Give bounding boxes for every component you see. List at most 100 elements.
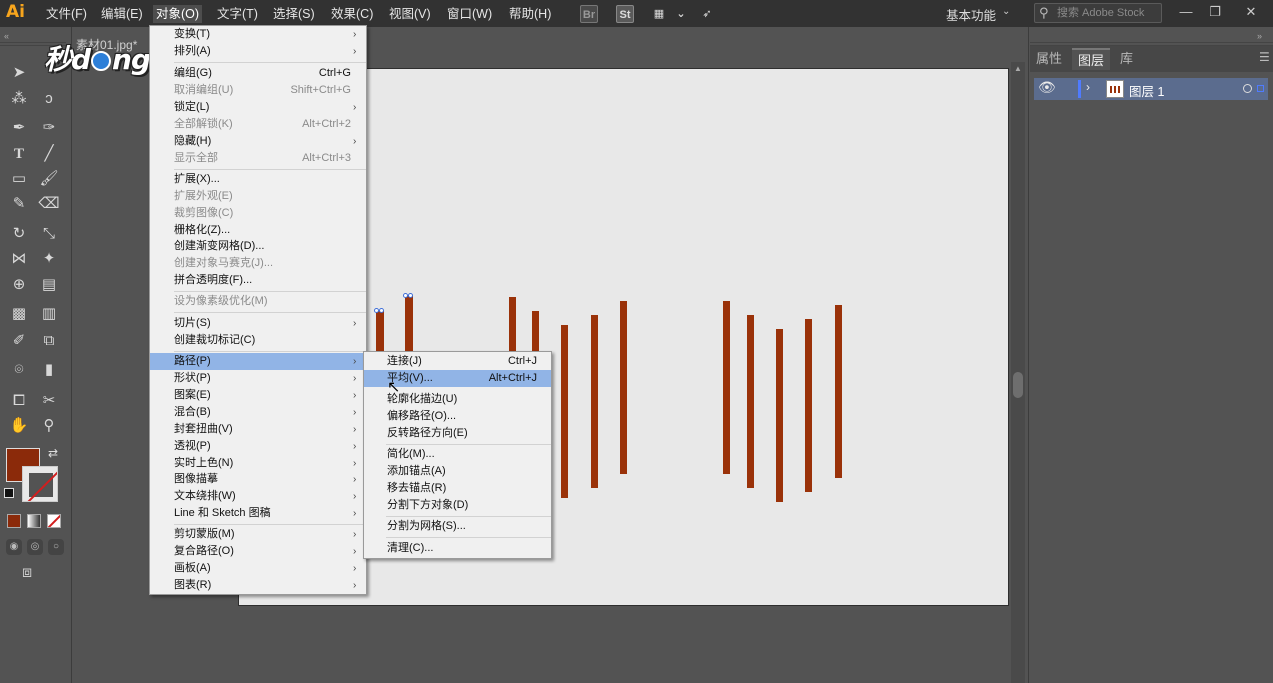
rotate-tool-icon[interactable]: ↻	[8, 223, 30, 245]
menu-item-simplify[interactable]: 简化(M)...	[364, 446, 551, 463]
draw-normal-icon[interactable]: ◉	[6, 539, 22, 555]
menu-item-line-sketch-art[interactable]: Line 和 Sketch 图稿 ›	[150, 505, 366, 522]
screen-mode-icon[interactable]: ⧈	[22, 564, 32, 582]
menu-item-pattern[interactable]: 图案(E) ›	[150, 387, 366, 404]
gpu-performance-icon[interactable]: ➶	[698, 5, 716, 23]
gradient-mode-button[interactable]	[27, 514, 41, 528]
tab-properties[interactable]: 属性	[1030, 48, 1068, 70]
menu-item-image-trace[interactable]: 图像描摹 ›	[150, 471, 366, 488]
line-tool-icon[interactable]: ╱	[38, 143, 60, 165]
restore-button[interactable]: ❐	[1204, 2, 1226, 22]
slice-tool-icon[interactable]: ✂	[38, 390, 60, 412]
menu-item-hide[interactable]: 隐藏(H) ›	[150, 133, 366, 150]
target-icon[interactable]	[1243, 84, 1252, 93]
puppet-warp-tool-icon[interactable]: ✦	[38, 248, 60, 270]
menu-item-rasterize[interactable]: 栅格化(Z)...	[150, 222, 366, 239]
layer-row[interactable]: 👁 › 图层 1	[1034, 78, 1268, 100]
menu-file[interactable]: 文件(F)	[43, 5, 90, 23]
arrange-documents-icon[interactable]: ▦	[650, 5, 668, 23]
menu-item-divide-objects-below[interactable]: 分割下方对象(D)	[364, 497, 551, 514]
artwork-path[interactable]	[747, 315, 754, 488]
menu-item-path[interactable]: 路径(P) ›	[150, 353, 366, 370]
menu-item-clean-up[interactable]: 清理(C)...	[364, 540, 551, 557]
panel-menu-icon[interactable]: ☰	[1259, 50, 1270, 64]
hand-tool-icon[interactable]: ✋	[8, 415, 30, 437]
eye-icon[interactable]: 👁	[1038, 79, 1056, 96]
collapse-panel-icon[interactable]: «	[4, 31, 9, 41]
width-tool-icon[interactable]: ⋈	[8, 248, 30, 270]
curvature-tool-icon[interactable]: ✑	[38, 117, 60, 139]
lasso-tool-icon[interactable]: ↄ	[38, 88, 60, 110]
workspace-switcher[interactable]: 基本功能	[946, 5, 996, 24]
scroll-up-icon[interactable]: ▲	[1014, 64, 1022, 73]
artwork-path[interactable]	[405, 296, 413, 351]
menu-type[interactable]: 文字(T)	[214, 5, 261, 23]
vertical-scrollbar[interactable]: ▲	[1011, 62, 1025, 683]
selection-indicator[interactable]	[1257, 85, 1264, 92]
draw-behind-icon[interactable]: ◎	[27, 539, 43, 555]
scrollbar-thumb[interactable]	[1013, 372, 1023, 398]
artwork-path[interactable]	[776, 329, 783, 502]
layer-name[interactable]: 图层 1	[1129, 81, 1164, 100]
tab-libraries[interactable]: 库	[1114, 48, 1139, 70]
menu-item-reverse-path-direction[interactable]: 反转路径方向(E)	[364, 425, 551, 442]
perspective-grid-tool-icon[interactable]: ▤	[38, 274, 60, 296]
menu-item-slice[interactable]: 切片(S) ›	[150, 315, 366, 332]
menu-item-envelope-distort[interactable]: 封套扭曲(V) ›	[150, 421, 366, 438]
artwork-path[interactable]	[835, 305, 842, 478]
menu-item-group[interactable]: 编组(G) Ctrl+G	[150, 65, 366, 82]
artwork-path[interactable]	[561, 325, 568, 498]
menu-item-add-anchor-points[interactable]: 添加锚点(A)	[364, 463, 551, 480]
artwork-path[interactable]	[532, 311, 539, 353]
menu-item-create-gradient-mesh[interactable]: 创建渐变网格(D)...	[150, 238, 366, 255]
close-button[interactable]: ✕	[1240, 2, 1262, 22]
artwork-path[interactable]	[805, 319, 812, 492]
stock-search-input[interactable]	[1057, 5, 1157, 21]
column-graph-tool-icon[interactable]: ▮	[38, 359, 60, 381]
menu-item-shape[interactable]: 形状(P) ›	[150, 370, 366, 387]
menu-item-create-trim-marks[interactable]: 创建裁切标记(C)	[150, 332, 366, 349]
menu-select[interactable]: 选择(S)	[270, 5, 318, 23]
menu-edit[interactable]: 编辑(E)	[98, 5, 146, 23]
eraser-tool-icon[interactable]: ⌫	[38, 193, 60, 215]
stroke-color-swatch[interactable]	[22, 466, 58, 502]
swap-fill-stroke-icon[interactable]: ⇄	[48, 446, 58, 460]
menu-item-artboards[interactable]: 画板(A) ›	[150, 560, 366, 577]
menu-item-offset-path[interactable]: 偏移路径(O)...	[364, 408, 551, 425]
chevron-right-icon[interactable]: ›	[1086, 80, 1090, 94]
menu-help[interactable]: 帮助(H)	[506, 5, 554, 23]
minimize-button[interactable]: —	[1175, 2, 1197, 22]
menu-item-text-wrap[interactable]: 文本绕排(W) ›	[150, 488, 366, 505]
tab-layers[interactable]: 图层	[1072, 48, 1111, 70]
mesh-tool-icon[interactable]: ▩	[8, 303, 30, 325]
menu-item-arrange[interactable]: 排列(A) ›	[150, 43, 366, 60]
anchor-point[interactable]	[408, 293, 413, 298]
menu-effect[interactable]: 效果(C)	[328, 5, 376, 23]
zoom-tool-icon[interactable]: ⚲	[38, 415, 60, 437]
none-mode-button[interactable]	[47, 514, 61, 528]
symbol-sprayer-tool-icon[interactable]: ⌾	[8, 359, 30, 381]
gradient-tool-icon[interactable]: ▥	[38, 303, 60, 325]
menu-item-flatten-transparency[interactable]: 拼合透明度(F)...	[150, 272, 366, 289]
rectangle-tool-icon[interactable]: ▭	[8, 168, 30, 190]
menu-window[interactable]: 窗口(W)	[444, 5, 495, 23]
collapse-panel-icon[interactable]: »	[1257, 31, 1262, 41]
menu-item-expand[interactable]: 扩展(X)...	[150, 171, 366, 188]
menu-object[interactable]: 对象(O)	[153, 5, 203, 23]
menu-item-split-into-grid[interactable]: 分割为网格(S)...	[364, 518, 551, 535]
eyedropper-tool-icon[interactable]: ✐	[8, 330, 30, 352]
default-colors-icon[interactable]	[4, 488, 14, 498]
chevron-down-icon[interactable]: ⌄	[1002, 6, 1010, 17]
artwork-path[interactable]	[591, 315, 598, 488]
bridge-icon[interactable]: Br	[580, 5, 598, 23]
stock-icon[interactable]: St	[616, 5, 634, 23]
type-tool-icon[interactable]: T	[8, 143, 30, 165]
blend-tool-icon[interactable]: ⧉	[38, 330, 60, 352]
pen-tool-icon[interactable]: ✒	[8, 117, 30, 139]
menu-item-compound-path[interactable]: 复合路径(O) ›	[150, 543, 366, 560]
menu-view[interactable]: 视图(V)	[386, 5, 434, 23]
menu-item-transform[interactable]: 变换(T) ›	[150, 26, 366, 43]
menu-item-blend[interactable]: 混合(B) ›	[150, 404, 366, 421]
anchor-point[interactable]	[379, 308, 384, 313]
scale-tool-icon[interactable]: ⤡	[38, 223, 60, 245]
